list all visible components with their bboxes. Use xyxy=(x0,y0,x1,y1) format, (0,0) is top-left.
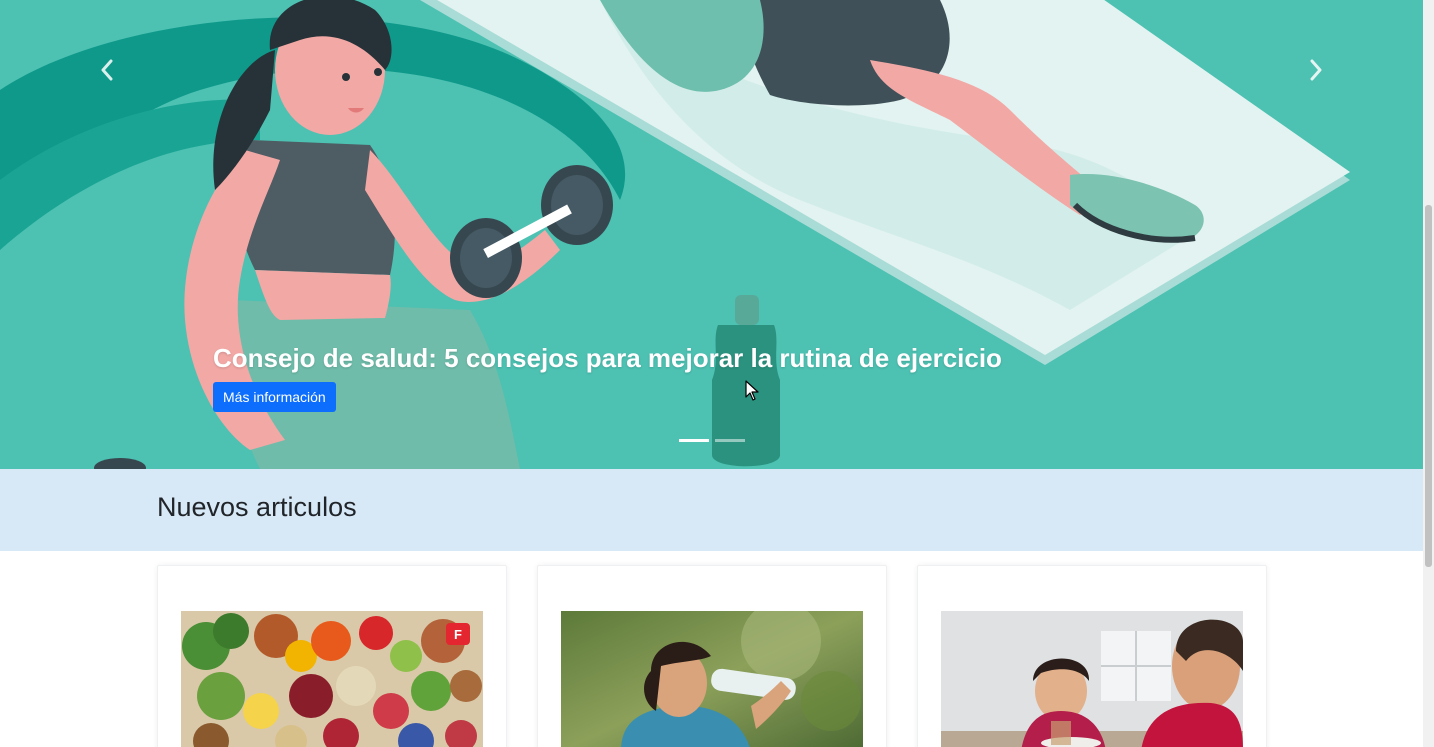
brand-badge: F xyxy=(454,627,462,642)
woman-drinking-water-photo xyxy=(561,611,863,747)
healthy-food-photo: F xyxy=(181,611,483,747)
more-info-button[interactable]: Más información xyxy=(213,382,336,412)
article-image-healthy-food[interactable]: F xyxy=(181,611,483,747)
carousel-indicator-1[interactable] xyxy=(679,439,709,442)
new-articles-heading: Nuevos articulos xyxy=(157,492,357,522)
mouse-pointer-icon xyxy=(745,380,759,401)
carousel-next-button[interactable] xyxy=(1301,55,1331,85)
scrollbar-thumb[interactable] xyxy=(1425,205,1432,567)
carousel-prev-button[interactable] xyxy=(92,55,122,85)
hero-carousel: Consejo de salud: 5 consejos para mejora… xyxy=(0,0,1423,469)
chevron-left-icon xyxy=(101,59,113,81)
article-card[interactable]: F xyxy=(157,565,507,747)
carousel-caption: Consejo de salud: 5 consejos para mejora… xyxy=(213,340,1002,412)
carousel-indicators xyxy=(679,439,745,442)
article-image-children-eating[interactable] xyxy=(941,611,1243,747)
page: Consejo de salud: 5 consejos para mejora… xyxy=(0,0,1423,747)
new-articles-band: Nuevos articulos xyxy=(0,469,1423,551)
carousel-title: Consejo de salud: 5 consejos para mejora… xyxy=(213,343,1002,373)
article-image-drinking-water[interactable] xyxy=(561,611,863,747)
chevron-right-icon xyxy=(1310,59,1322,81)
children-eating-photo xyxy=(941,611,1243,747)
scrollbar[interactable] xyxy=(1423,0,1434,747)
carousel-indicator-2[interactable] xyxy=(715,439,745,442)
article-card[interactable] xyxy=(917,565,1267,747)
article-card[interactable] xyxy=(537,565,887,747)
